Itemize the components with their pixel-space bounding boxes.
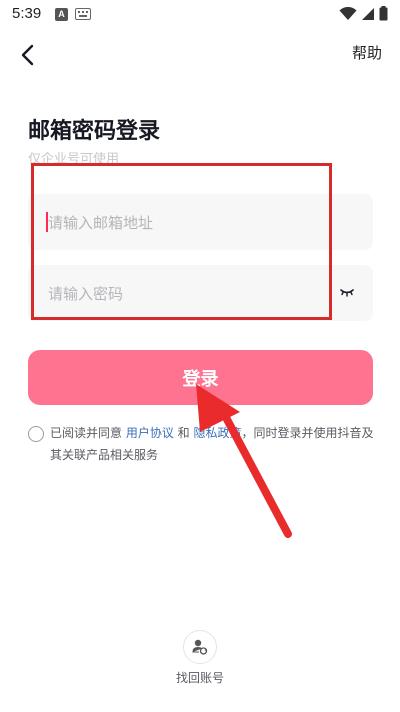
notification-icon: A xyxy=(55,8,68,21)
password-field-container[interactable] xyxy=(28,265,373,323)
back-button[interactable] xyxy=(14,40,44,70)
recover-account-button[interactable] xyxy=(183,630,217,664)
password-input[interactable] xyxy=(46,265,340,323)
battery-icon xyxy=(379,6,388,21)
agreement-prefix: 已阅读并同意 xyxy=(50,426,126,440)
eye-closed-icon[interactable] xyxy=(339,285,355,299)
privacy-policy-link[interactable]: 隐私政策 xyxy=(193,426,241,440)
keyboard-icon xyxy=(75,8,91,20)
help-link[interactable]: 帮助 xyxy=(352,42,382,63)
user-agreement-link[interactable]: 用户协议 xyxy=(126,426,174,440)
wifi-icon xyxy=(339,6,357,20)
login-button[interactable]: 登录 xyxy=(28,350,373,405)
user-refresh-icon xyxy=(192,639,208,655)
page-title: 邮箱密码登录 xyxy=(28,119,161,144)
signal-icon xyxy=(362,7,374,20)
status-time: 5:39 xyxy=(12,5,42,22)
status-indicators xyxy=(339,6,388,21)
agreement-text: 已阅读并同意 用户协议 和 隐私政策，同时登录并使用抖音及其关联产品相关服务 xyxy=(50,422,378,466)
email-input[interactable] xyxy=(46,194,340,252)
agreement-and: 和 xyxy=(173,426,194,440)
chevron-left-icon xyxy=(21,44,34,66)
agreement-checkbox[interactable] xyxy=(28,426,44,442)
status-bar: 5:39 A xyxy=(0,0,400,30)
page-subtitle: 仅企业号可使用 xyxy=(28,152,120,167)
email-field-container[interactable] xyxy=(28,194,373,252)
recover-account-label[interactable]: 找回账号 xyxy=(0,669,400,686)
